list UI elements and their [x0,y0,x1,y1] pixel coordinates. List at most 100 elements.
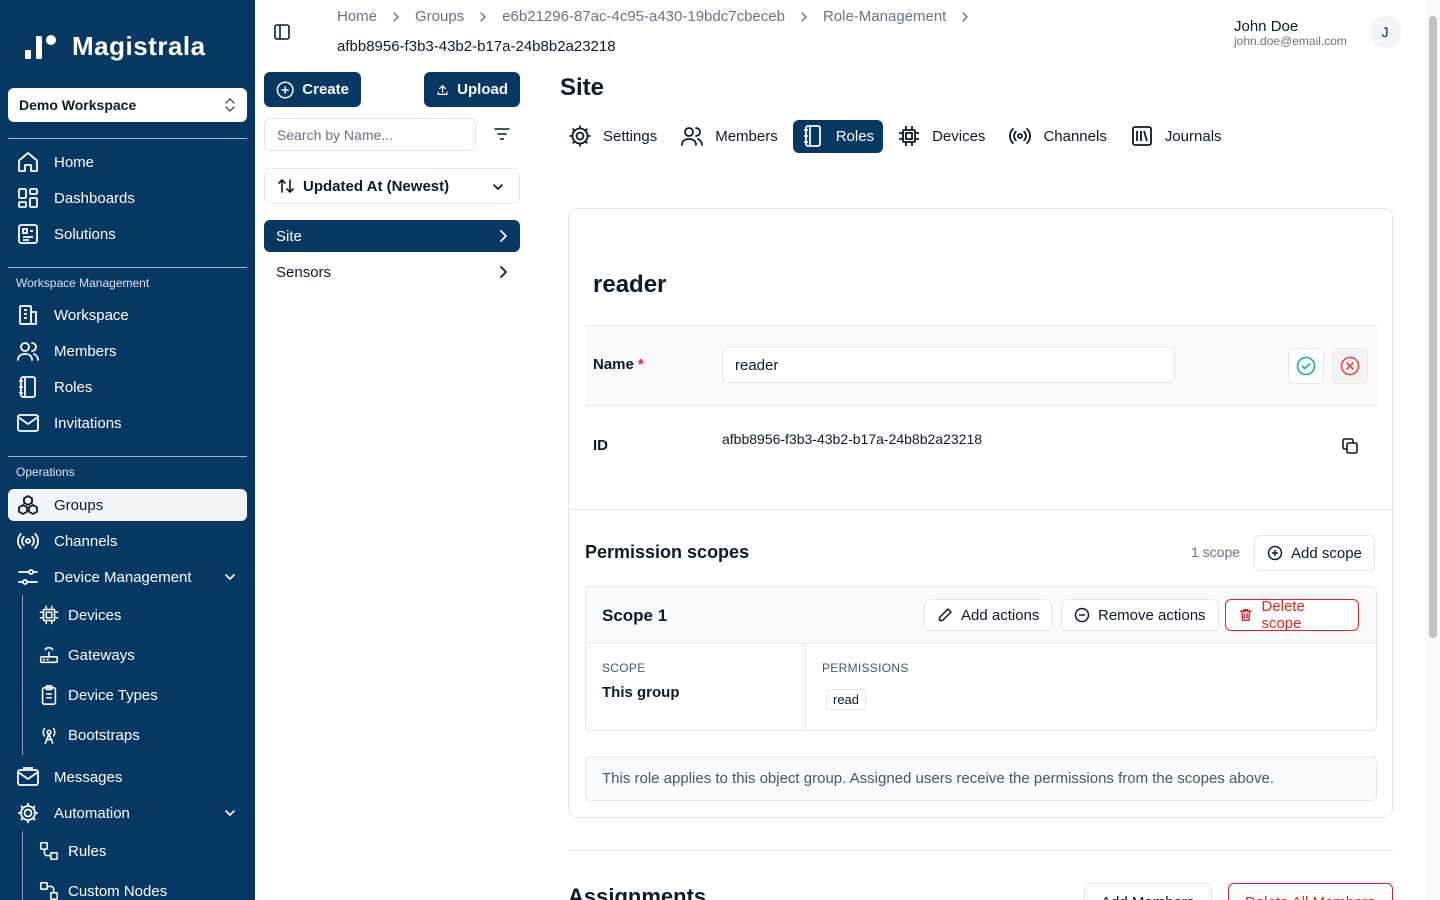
list-item-sensors[interactable]: Sensors [264,256,520,288]
logo-mark-icon [24,30,62,62]
sidebar-item-dashboards[interactable]: Dashboards [8,182,247,214]
breadcrumb-group-id[interactable]: e6b21296-87ac-4c95-a430-19bdc7cbeceb [502,8,785,25]
antenna-icon [42,727,56,745]
search-input[interactable] [264,118,476,151]
sidebar-item-rules[interactable]: Rules [38,835,247,867]
sidebar-item-workspace[interactable]: Workspace [8,299,247,331]
name-row: Name * [585,325,1377,406]
upload-button[interactable]: Upload [424,72,520,107]
add-members-button[interactable]: Add Members [1084,883,1212,900]
groups-icon [18,495,38,515]
permissions-column: PERMISSIONS read [806,644,1376,730]
confirm-button[interactable] [1288,348,1324,384]
sidebar-item-label: Invitations [54,414,122,432]
breadcrumb-role-management[interactable]: Role-Management [823,8,946,25]
id-label: ID [593,437,608,454]
sidebar-item-messages[interactable]: Messages [8,761,247,793]
sidebar-toggle-icon[interactable] [272,22,292,42]
sidebar-item-roles[interactable]: Roles [8,371,247,403]
remove-actions-button[interactable]: Remove actions [1061,599,1219,631]
sidebar-item-label: Channels [54,532,118,550]
check-circle-icon [1296,356,1316,376]
mail-icon [17,414,39,432]
sidebar-item-home[interactable]: Home [8,146,247,178]
sidebar-divider [8,267,247,268]
delete-all-members-button[interactable]: Delete All Members [1228,883,1393,900]
role-name-input[interactable] [722,347,1175,383]
sidebar-item-solutions[interactable]: Solutions [8,218,247,250]
sidebar-item-label: Roles [54,378,93,396]
scope-card: Scope 1 Add actions Remove actions Delet… [585,586,1377,731]
solutions-icon [18,224,38,244]
chevron-down-icon [493,184,503,190]
sort-select[interactable]: Updated At (Newest) [264,168,520,204]
sidebar-item-device-management[interactable]: Device Management [8,561,247,593]
sidebar-item-automation[interactable]: Automation [8,797,247,829]
sidebar-item-label: Workspace [54,306,129,324]
tab-roles[interactable]: Roles [792,119,884,153]
tab-members[interactable]: Members [672,120,787,153]
upload-icon [437,84,448,95]
sidebar-item-label: Home [54,153,95,171]
permissions-column-label: PERMISSIONS [822,661,909,675]
tab-devices[interactable]: Devices [889,120,994,153]
building-icon [19,305,37,325]
sidebar-item-label: Solutions [54,225,116,243]
permission-scopes-title: Permission scopes [585,542,750,562]
broadcast-icon [17,533,39,549]
mail-open-icon [17,767,39,786]
upload-label: Upload [457,81,508,98]
tab-settings[interactable]: Settings [560,120,666,153]
submenu-line [22,595,23,755]
list-item-site[interactable]: Site [264,220,520,252]
sidebar-item-bootstraps[interactable]: Bootstraps [38,719,247,751]
add-actions-label: Add actions [961,606,1040,624]
sidebar-item-gateways[interactable]: Gateways [38,639,247,671]
card-divider [569,509,1392,510]
chevron-right-icon [962,11,969,22]
delete-scope-button[interactable]: Delete scope [1225,598,1359,632]
sidebar-item-device-types[interactable]: Device Types [38,679,247,711]
pencil-icon [938,608,952,622]
sidebar-item-label: Automation [54,804,130,822]
sidebar-item-channels[interactable]: Channels [8,525,247,557]
dashboard-icon [18,188,38,208]
cancel-button[interactable] [1332,348,1368,384]
sidebar-item-label: Gateways [68,646,135,664]
app-logo[interactable]: Magistrala [24,30,206,62]
role-id-value: afbb8956-f3b3-43b2-b17a-24b8b2a23218 [722,431,983,447]
tab-channels[interactable]: Channels [1000,120,1115,153]
user-info[interactable]: John Doe john.doe@email.com [1234,18,1347,48]
sidebar-item-label: Dashboards [54,189,135,207]
sidebar-divider [8,138,247,139]
breadcrumb-home[interactable]: Home [337,8,377,25]
sidebar-item-label: Devices [68,606,122,624]
add-actions-button[interactable]: Add actions [924,599,1053,631]
submenu-line [22,831,23,900]
plus-circle-icon [276,80,294,99]
breadcrumb: Home Groups e6b21296-87ac-4c95-a430-19bd… [337,8,972,25]
tab-label: Channels [1043,127,1107,145]
sidebar-item-label: Members [54,342,117,360]
scope-count: 1 scope [1191,544,1241,560]
page-scrollbar[interactable] [1426,0,1440,900]
filter-icon[interactable] [493,125,511,143]
sidebar-item-label: Rules [68,842,107,860]
sidebar-item-custom-nodes[interactable]: Custom Nodes [38,875,247,900]
scope-header: Scope 1 Add actions Remove actions Delet… [586,587,1376,644]
minus-circle-icon [1074,607,1090,623]
sidebar-item-members[interactable]: Members [8,335,247,367]
breadcrumb-groups[interactable]: Groups [415,8,464,25]
app-name: Magistrala [72,30,206,61]
tab-journals[interactable]: Journals [1122,120,1231,153]
scrollbar-thumb[interactable] [1429,16,1437,638]
avatar[interactable]: J [1369,16,1401,48]
sidebar-item-invitations[interactable]: Invitations [8,407,247,439]
sidebar-item-devices[interactable]: Devices [38,599,247,631]
sidebar-item-groups[interactable]: Groups [8,489,247,521]
copy-icon[interactable] [1341,437,1359,455]
workspace-select[interactable]: Demo Workspace [8,88,247,122]
clipboard-icon [41,685,57,705]
add-scope-button[interactable]: Add scope [1254,535,1375,571]
create-button[interactable]: Create [264,72,361,107]
